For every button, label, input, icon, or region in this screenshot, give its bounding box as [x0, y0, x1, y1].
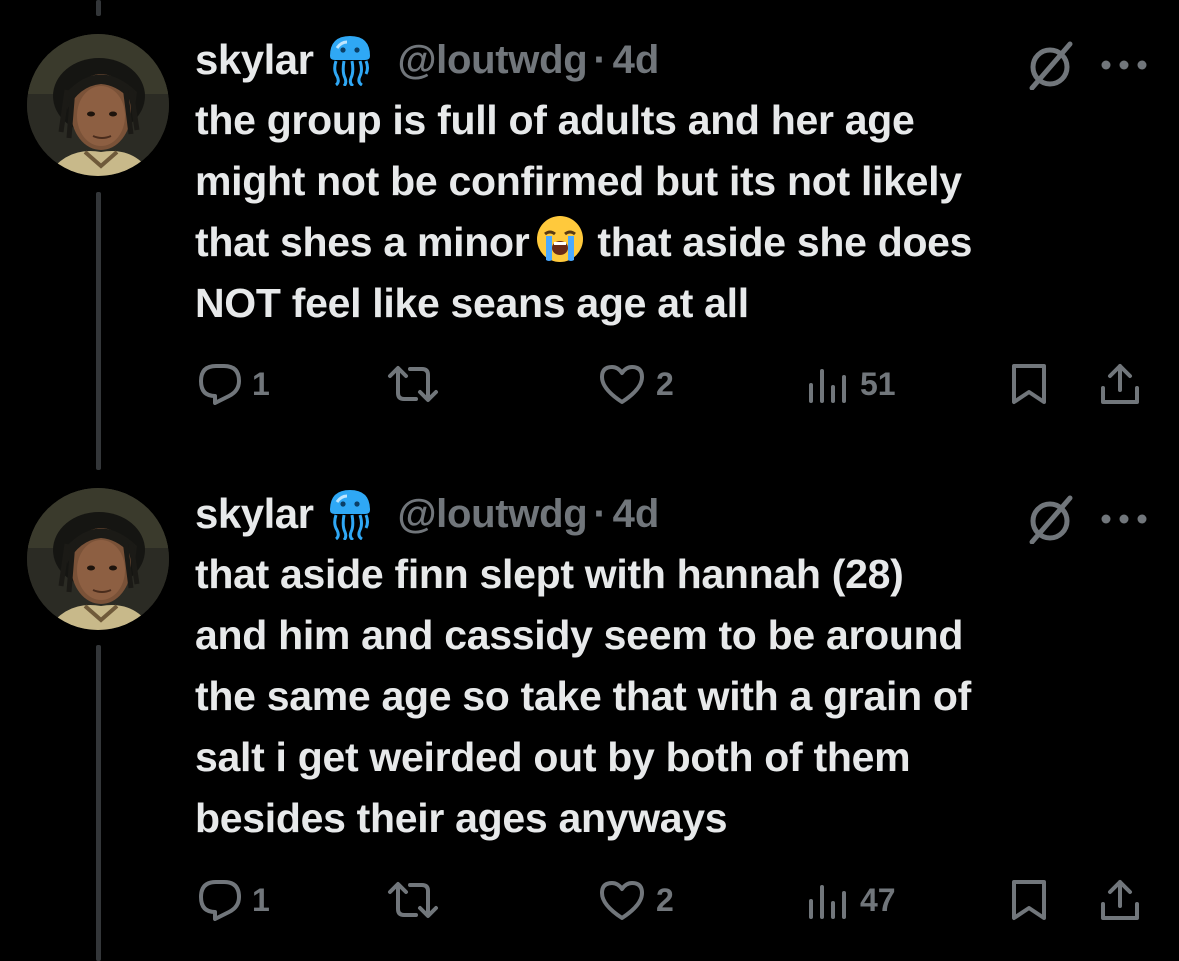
grok-icon[interactable]: [1022, 494, 1078, 545]
text-line: NOT feel like seans age at all: [195, 280, 749, 326]
reply-button[interactable]: 1: [198, 870, 270, 930]
display-name[interactable]: skylar: [195, 36, 314, 84]
avatar[interactable]: [27, 488, 169, 630]
text-line: and him and cassidy seem to be around: [195, 612, 964, 658]
views-icon: [809, 885, 846, 919]
reply-icon: [199, 364, 241, 405]
views-button[interactable]: 51: [806, 354, 896, 414]
timestamp[interactable]: 4d: [613, 38, 660, 83]
share-icon: [1101, 880, 1139, 920]
bookmark-icon: [1012, 880, 1046, 920]
avatar-image: [27, 488, 169, 630]
heart-icon: [600, 881, 644, 920]
reply-count: 1: [252, 881, 270, 918]
tweet-header: skylar @loutwdg · 4d: [195, 30, 659, 90]
heart-icon: [600, 365, 644, 404]
more-options-icon[interactable]: [1100, 58, 1148, 70]
share-button[interactable]: [1098, 354, 1142, 414]
grok-icon[interactable]: [1022, 40, 1078, 91]
repost-icon: [388, 366, 438, 402]
views-icon: [809, 369, 846, 403]
text-line-with-emoji: that shes a minor that aside she does: [195, 212, 1155, 273]
like-button[interactable]: 2: [598, 354, 674, 414]
avatar[interactable]: [27, 34, 169, 176]
action-bar: 1 2: [0, 870, 1179, 930]
separator: ·: [593, 491, 607, 536]
bookmark-icon: [1012, 364, 1046, 404]
text-segment: that aside she does: [597, 219, 973, 265]
tweet-text: the group is full of adults and her age …: [195, 90, 1155, 334]
text-line: salt i get weirded out by both of them: [195, 734, 911, 780]
text-line: the group is full of adults and her age: [195, 97, 915, 143]
reply-icon: [199, 880, 241, 921]
tweet[interactable]: skylar @loutwdg · 4d: [0, 30, 1179, 430]
tweet-header: skylar @loutwdg · 4d: [195, 484, 659, 544]
repost-button[interactable]: [386, 870, 450, 930]
jellyfish-icon: [327, 488, 373, 542]
share-button[interactable]: [1098, 870, 1142, 930]
separator: ·: [593, 37, 607, 82]
text-segment: that shes a minor: [195, 219, 530, 265]
repost-icon: [388, 882, 438, 918]
like-count: 2: [656, 881, 674, 918]
handle[interactable]: @loutwdg: [397, 492, 587, 537]
tweet[interactable]: skylar @loutwdg · 4d: [0, 484, 1179, 961]
text-line: might not be confirmed but its not likel…: [195, 158, 962, 204]
text-line: the same age so take that with a grain o…: [195, 673, 972, 719]
view-count: 47: [860, 881, 896, 918]
reply-count: 1: [252, 365, 270, 402]
handle[interactable]: @loutwdg: [397, 38, 587, 83]
bookmark-button[interactable]: [1010, 870, 1048, 930]
timestamp[interactable]: 4d: [613, 492, 660, 537]
more-options-icon[interactable]: [1100, 512, 1148, 524]
repost-button[interactable]: [386, 354, 450, 414]
thread-view: skylar @loutwdg · 4d the group is full o…: [0, 0, 1179, 961]
like-button[interactable]: 2: [598, 870, 674, 930]
text-line: that aside finn slept with hannah (28): [195, 551, 904, 597]
display-name[interactable]: skylar: [195, 490, 314, 538]
jellyfish-icon: [327, 34, 373, 88]
avatar-image: [27, 34, 169, 176]
views-button[interactable]: 47: [806, 870, 896, 930]
action-bar: 1 2: [0, 354, 1179, 414]
bookmark-button[interactable]: [1010, 354, 1048, 414]
reply-button[interactable]: 1: [198, 354, 270, 414]
view-count: 51: [860, 365, 896, 402]
loudly-crying-face-icon: [535, 214, 585, 264]
like-count: 2: [656, 365, 674, 402]
tweet-text: that aside finn slept with hannah (28) a…: [195, 544, 1155, 849]
share-icon: [1101, 364, 1139, 404]
thread-line-top: [96, 0, 101, 16]
text-line: besides their ages anyways: [195, 795, 728, 841]
